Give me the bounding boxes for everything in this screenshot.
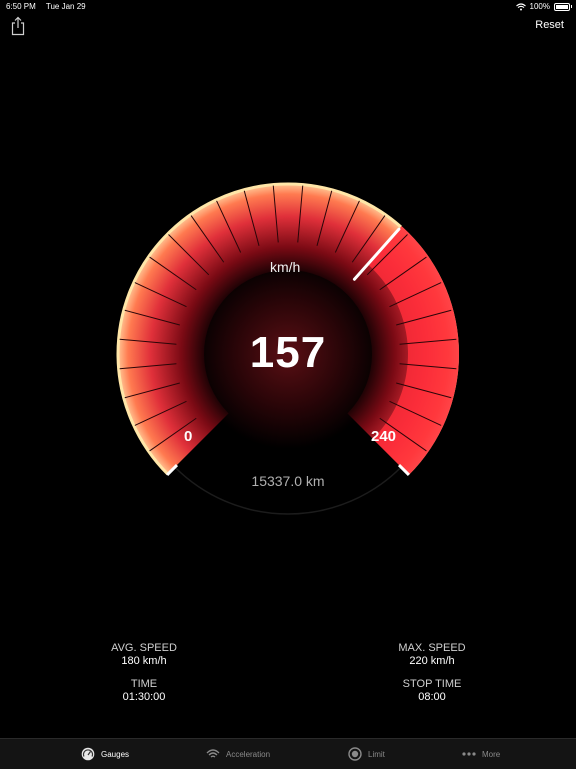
stat-title: STOP TIME xyxy=(402,678,462,690)
stat-avg-speed: AVG. SPEED 180 km/h xyxy=(84,642,204,668)
wifi-signal-icon xyxy=(206,749,220,758)
stat-value: 01:30:00 xyxy=(122,691,166,703)
stat-value: 220 km/h xyxy=(409,655,455,667)
odometer: 15337.0 km xyxy=(251,473,325,489)
current-speed: 157 xyxy=(249,328,327,377)
tab-acceleration[interactable]: Acceleration xyxy=(206,739,270,769)
more-dots-icon xyxy=(462,752,476,756)
tab-label: Gauges xyxy=(101,749,130,759)
gauge-min-label: 0 xyxy=(184,428,193,445)
stat-title: MAX. SPEED xyxy=(398,642,466,654)
gauge-max-label: 240 xyxy=(371,428,397,445)
speed-limit-icon xyxy=(348,747,362,761)
tab-limit[interactable]: Limit xyxy=(348,739,385,769)
stat-max-speed: MAX. SPEED 220 km/h xyxy=(372,642,492,668)
tab-label: More xyxy=(482,749,501,759)
speed-unit-label: km/h xyxy=(270,259,301,275)
stat-title: TIME xyxy=(130,678,158,690)
tab-gauges[interactable]: Gauges xyxy=(81,739,129,769)
stat-stop-time: STOP TIME 08:00 xyxy=(372,678,492,704)
stat-time: TIME 01:30:00 xyxy=(84,678,204,704)
stat-value: 08:00 xyxy=(418,691,446,703)
gauge-icon xyxy=(81,747,95,761)
tab-label: Limit xyxy=(368,749,385,759)
stat-title: AVG. SPEED xyxy=(111,642,177,654)
tab-more[interactable]: More xyxy=(462,739,500,769)
stat-value: 180 km/h xyxy=(121,655,167,667)
tab-label: Acceleration xyxy=(226,749,271,759)
tab-bar: Gauges Acceleration Limit More xyxy=(0,738,576,769)
